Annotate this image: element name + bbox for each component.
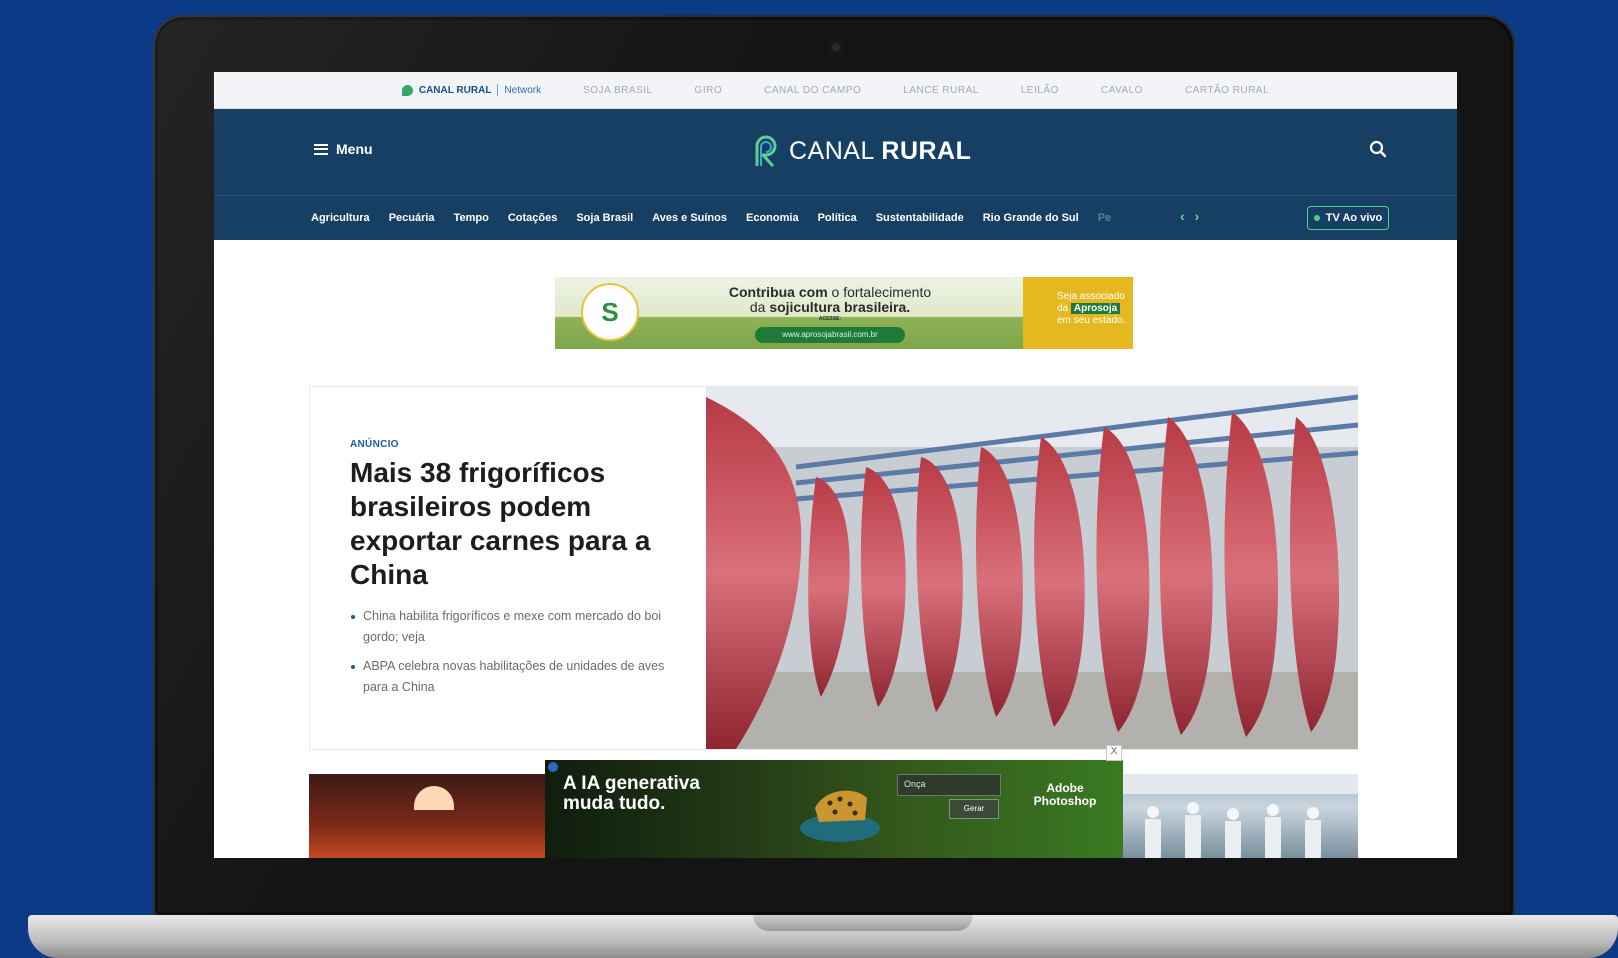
ad-cta-line-1: Seja associado	[1057, 291, 1125, 302]
menu-label: Menu	[336, 141, 373, 157]
network-brand-name: CANAL RURAL	[418, 84, 492, 96]
logo-text-rural: RURAL	[881, 136, 972, 165]
chevron-left-icon[interactable]: ‹	[1180, 209, 1185, 223]
related-article-link[interactable]: ABPA celebra novas habilitações de unida…	[350, 656, 670, 698]
ad-close-icon[interactable]: X	[1106, 745, 1122, 761]
ad-url-pill[interactable]: www.aprosojabrasil.com.br	[755, 327, 905, 343]
ad-access-label: ACESSE:	[818, 316, 842, 322]
ad-cta-line-2: da Aprosoja	[1057, 303, 1133, 315]
article-tag: ANÚNCIO	[350, 439, 399, 450]
network-logo-cartao-rural[interactable]: CARTÃO RURAL	[1185, 85, 1269, 96]
ad-banner-text: Contribua com o fortalecimento da sojicu…	[695, 285, 965, 324]
chevron-right-icon[interactable]: ›	[1195, 209, 1200, 223]
news-card-sunset-image[interactable]	[309, 774, 545, 858]
ad-banner-cta: Seja associado da Aprosoja em seu estado…	[1023, 277, 1133, 349]
hamburger-icon	[314, 143, 328, 155]
ad-line-2: da sojicultura brasileira.	[695, 300, 965, 315]
canal-rural-leaf-icon	[401, 84, 413, 96]
network-label: Network	[504, 84, 542, 96]
article-headline[interactable]: Mais 38 frigoríficos brasileiros podem e…	[350, 456, 670, 592]
ad-line-1-rest: o fortalecimento	[827, 284, 932, 300]
nav-item-soja-brasil[interactable]: Soja Brasil	[576, 212, 633, 224]
ad2-brand: Adobe Photoshop	[1025, 782, 1105, 808]
nav-item-tempo[interactable]: Tempo	[454, 212, 489, 224]
category-nav-items: Agricultura Pecuária Tempo Cotações Soja…	[311, 196, 1111, 240]
jaguar-illustration	[800, 790, 880, 842]
news-card-factory-image[interactable]	[1123, 774, 1358, 858]
adobe-photoshop-ad[interactable]: A IA generativa muda tudo. Onça Gerar Ad…	[545, 760, 1123, 858]
related-article-link[interactable]: China habilita frigoríficos e mexe com m…	[350, 606, 670, 648]
related-articles: China habilita frigoríficos e mexe com m…	[350, 606, 670, 698]
network-bar: CANAL RURAL Network SOJA BRASIL GIRO CAN…	[214, 72, 1457, 109]
browser-screen: CANAL RURAL Network SOJA BRASIL GIRO CAN…	[214, 72, 1457, 858]
seal-letter: S	[601, 296, 619, 327]
ad2-headline-line-1: A IA generativa	[563, 773, 700, 794]
ad-cta-pre: da	[1057, 303, 1071, 314]
ad2-prompt-field[interactable]: Onça	[897, 774, 1001, 796]
network-logo-soja-brasil[interactable]: SOJA BRASIL	[583, 85, 652, 96]
menu-button[interactable]: Menu	[314, 141, 373, 157]
site-header: Menu CANAL RURAL	[214, 109, 1457, 195]
network-brand[interactable]: CANAL RURAL Network	[401, 84, 542, 96]
aprosoja-ad-banner[interactable]: S Contribua com o fortalecimento da soji…	[555, 277, 1133, 349]
nav-item-rio-grande-do-sul[interactable]: Rio Grande do Sul	[983, 212, 1079, 224]
ad-cta-highlight: Aprosoja	[1070, 303, 1121, 314]
ad2-brand-line-2: Photoshop	[1033, 794, 1097, 808]
ad-choice-icon	[548, 762, 558, 772]
network-divider	[497, 84, 499, 96]
webcam-icon	[829, 40, 843, 54]
nav-item-economia[interactable]: Economia	[746, 212, 799, 224]
network-logo-leilao[interactable]: LEILÃO	[1021, 85, 1059, 96]
tv-live-button[interactable]: TV Ao vivo	[1307, 206, 1389, 230]
aprosoja-seal-icon: S	[581, 283, 639, 341]
bottom-cards-row: A IA generativa muda tudo. Onça Gerar Ad…	[309, 745, 1358, 858]
ad2-headline: A IA generativa muda tudo.	[563, 774, 700, 814]
logo-text-canal: CANAL	[789, 136, 874, 165]
network-logo-giro[interactable]: GIRO	[695, 85, 723, 96]
ad-line-2-bold: sojicultura brasileira.	[769, 299, 911, 315]
ad2-generate-button[interactable]: Gerar	[949, 799, 999, 819]
nav-scroll-arrows: ‹ ›	[1180, 209, 1199, 223]
network-logo-canal-do-campo[interactable]: CANAL DO CAMPO	[764, 85, 861, 96]
featured-article: ANÚNCIO Mais 38 frigoríficos brasileiros…	[309, 386, 1358, 750]
laptop-notch	[753, 915, 973, 931]
nav-item-sustentabilidade[interactable]: Sustentabilidade	[876, 212, 964, 224]
nav-item-aves-e-suinos[interactable]: Aves e Suínos	[652, 212, 727, 224]
ad-line-2-pre: da	[749, 299, 770, 315]
ad2-headline-line-2: muda tudo.	[563, 793, 666, 814]
site-logo[interactable]: CANAL RURAL	[751, 134, 971, 168]
ad-cta-line-3: em seu estado.	[1057, 315, 1126, 326]
tv-live-label: TV Ao vivo	[1325, 212, 1383, 224]
category-nav: Agricultura Pecuária Tempo Cotações Soja…	[214, 195, 1457, 240]
meat-carcasses-photo[interactable]	[706, 387, 1358, 749]
ad-line-1-bold: Contribua com	[728, 284, 828, 300]
canal-rural-logo-icon	[755, 135, 777, 168]
site-logo-text: CANAL RURAL	[789, 137, 971, 166]
nav-item-truncated[interactable]: Pe	[1098, 212, 1111, 224]
live-dot-icon	[1313, 215, 1320, 221]
sun-shape	[414, 786, 454, 810]
network-logo-lance-rural[interactable]: LANCE RURAL	[903, 85, 979, 96]
factory-workers-illustration	[1123, 774, 1358, 858]
ad-line-1: Contribua com o fortalecimento	[695, 285, 965, 300]
nav-item-cotacoes[interactable]: Cotações	[508, 212, 558, 224]
search-icon[interactable]	[1369, 140, 1387, 158]
nav-item-pecuaria[interactable]: Pecuária	[389, 212, 435, 224]
nav-item-agricultura[interactable]: Agricultura	[311, 212, 370, 224]
network-logo-cavalo[interactable]: CAVALO	[1101, 85, 1143, 96]
featured-article-text: ANÚNCIO Mais 38 frigoríficos brasileiros…	[350, 439, 670, 706]
laptop-base	[28, 915, 1618, 958]
nav-item-politica[interactable]: Política	[818, 212, 857, 224]
